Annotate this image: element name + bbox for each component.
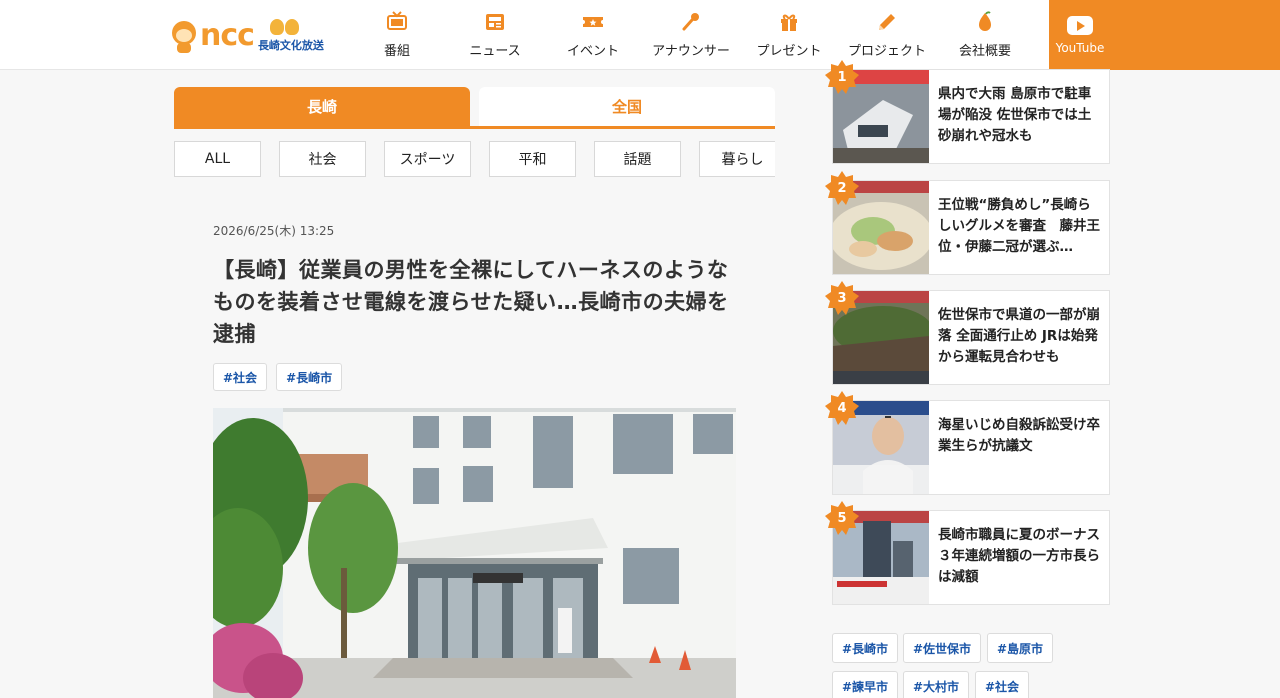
youtube-label: YouTube <box>1055 41 1105 55</box>
rank-badge: 3 <box>825 281 859 315</box>
site-logo[interactable]: ncc 長崎文化放送 <box>170 14 324 58</box>
rank-badge: 5 <box>825 501 859 535</box>
youtube-button[interactable]: YouTube <box>1049 0 1111 70</box>
article-tag[interactable]: #社会 <box>213 363 268 391</box>
mascot-icon <box>170 17 198 55</box>
article-date: 2026/6/25(木) 13:25 <box>213 224 335 238</box>
category-peace[interactable]: 平和 <box>489 141 576 177</box>
nav-item-announcers[interactable]: アナウンサー <box>642 0 740 70</box>
ranking-item[interactable]: 4 海星いじめ自殺訴訟受け卒業生らが抗議文 <box>825 391 1110 495</box>
category-topics[interactable]: 話題 <box>594 141 681 177</box>
sidebar-tag[interactable]: #島原市 <box>987 633 1054 663</box>
sidebar-tag[interactable]: #長崎市 <box>832 633 899 663</box>
building-icon <box>979 11 991 31</box>
tab-nagasaki[interactable]: 長崎 <box>174 87 470 126</box>
nav-label: 番組 <box>383 44 410 59</box>
category-sports[interactable]: スポーツ <box>384 141 471 177</box>
article-tags: #社会 #長崎市 <box>213 363 343 391</box>
nav-label: プレゼント <box>756 44 822 59</box>
news-icon <box>486 14 504 30</box>
sidebar-tag[interactable]: #諫早市 <box>832 671 899 698</box>
nav-label: イベント <box>566 44 619 59</box>
ranking-item[interactable]: 1 県内で大雨 島原市で駐車場が陥没 佐世保市では土砂崩れや冠水も <box>825 60 1110 164</box>
nav-item-events[interactable]: イベント <box>544 0 642 70</box>
tv-icon <box>387 11 407 30</box>
tab-national[interactable]: 全国 <box>479 87 775 126</box>
article-tag[interactable]: #長崎市 <box>276 363 343 391</box>
rank-badge: 2 <box>825 171 859 205</box>
youtube-bar: YouTube <box>1049 0 1280 70</box>
ranking-title: 海星いじめ自殺訴訟受け卒業生らが抗議文 <box>938 417 1100 454</box>
category-society[interactable]: 社会 <box>279 141 366 177</box>
logo-station-name: 長崎文化放送 <box>257 39 324 52</box>
nav-item-news[interactable]: ニュース <box>446 0 544 70</box>
article-title: 【長崎】従業員の男性を全裸にしてハーネスのようなものを装着させ電線を渡らせた疑い… <box>213 258 729 346</box>
nav-item-company[interactable]: 会社概要 <box>936 0 1034 70</box>
microphone-icon <box>682 13 699 31</box>
region-tabs: 長崎 全国 <box>174 87 775 129</box>
category-all[interactable]: ALL <box>174 141 261 177</box>
sidebar-tag[interactable]: #佐世保市 <box>903 633 982 663</box>
nav-item-programs[interactable]: 番組 <box>348 0 446 70</box>
pencil-icon <box>879 14 895 30</box>
ranking-item[interactable]: 5 長崎市職員に夏のボーナス ３年連続増額の一方市長らは減額 <box>825 501 1114 605</box>
main-nav: 番組 ニュース イベント アナウンサー プレゼント プロジェクト 会社概要 <box>348 0 1034 70</box>
sidebar-tag[interactable]: #大村市 <box>903 671 970 698</box>
gift-icon <box>781 14 797 31</box>
ticket-icon <box>583 17 603 27</box>
category-living[interactable]: 暮らし <box>699 141 775 177</box>
ranking-title: 県内で大雨 島原市で駐車場が陥没 佐世保市では土砂崩れや冠水も <box>938 86 1092 144</box>
site-header: ncc 長崎文化放送 番組 ニュース イベント アナウンサー プレゼント プロジ… <box>0 0 1280 70</box>
rank-badge: 1 <box>825 60 859 94</box>
nav-label: ニュース <box>469 44 521 59</box>
category-filter: ALL 社会 スポーツ 平和 話題 暮らし <box>174 141 775 177</box>
nav-label: 会社概要 <box>958 44 1011 59</box>
logo-wordmark: ncc <box>200 18 255 53</box>
ranking-title: 佐世保市で県道の一部が崩落 全面通行止め JRは始発から運転見合わせも <box>938 307 1100 365</box>
nav-label: プロジェクト <box>847 44 926 59</box>
ranking-item[interactable]: 2 王位戦“勝負めし”長崎らしいグルメを審査 藤井王位・伊藤二冠が選ぶ… <box>825 171 1110 275</box>
mascot-pair-icon <box>269 19 299 35</box>
nav-item-presents[interactable]: プレゼント <box>740 0 838 70</box>
rank-badge: 4 <box>825 391 859 425</box>
ranking-title: 長崎市職員に夏のボーナス ３年連続増額の一方市長らは減額 <box>938 527 1114 585</box>
nav-label: アナウンサー <box>652 44 730 59</box>
ranking-item[interactable]: 3 佐世保市で県道の一部が崩落 全面通行止め JRは始発から運転見合わせも <box>825 281 1110 385</box>
ranking-title: 王位戦“勝負めし”長崎らしいグルメを審査 藤井王位・伊藤二冠が選ぶ… <box>938 197 1100 255</box>
youtube-icon <box>1067 16 1093 35</box>
article-hero-image <box>213 408 736 698</box>
sidebar-tag[interactable]: #社会 <box>975 671 1030 698</box>
